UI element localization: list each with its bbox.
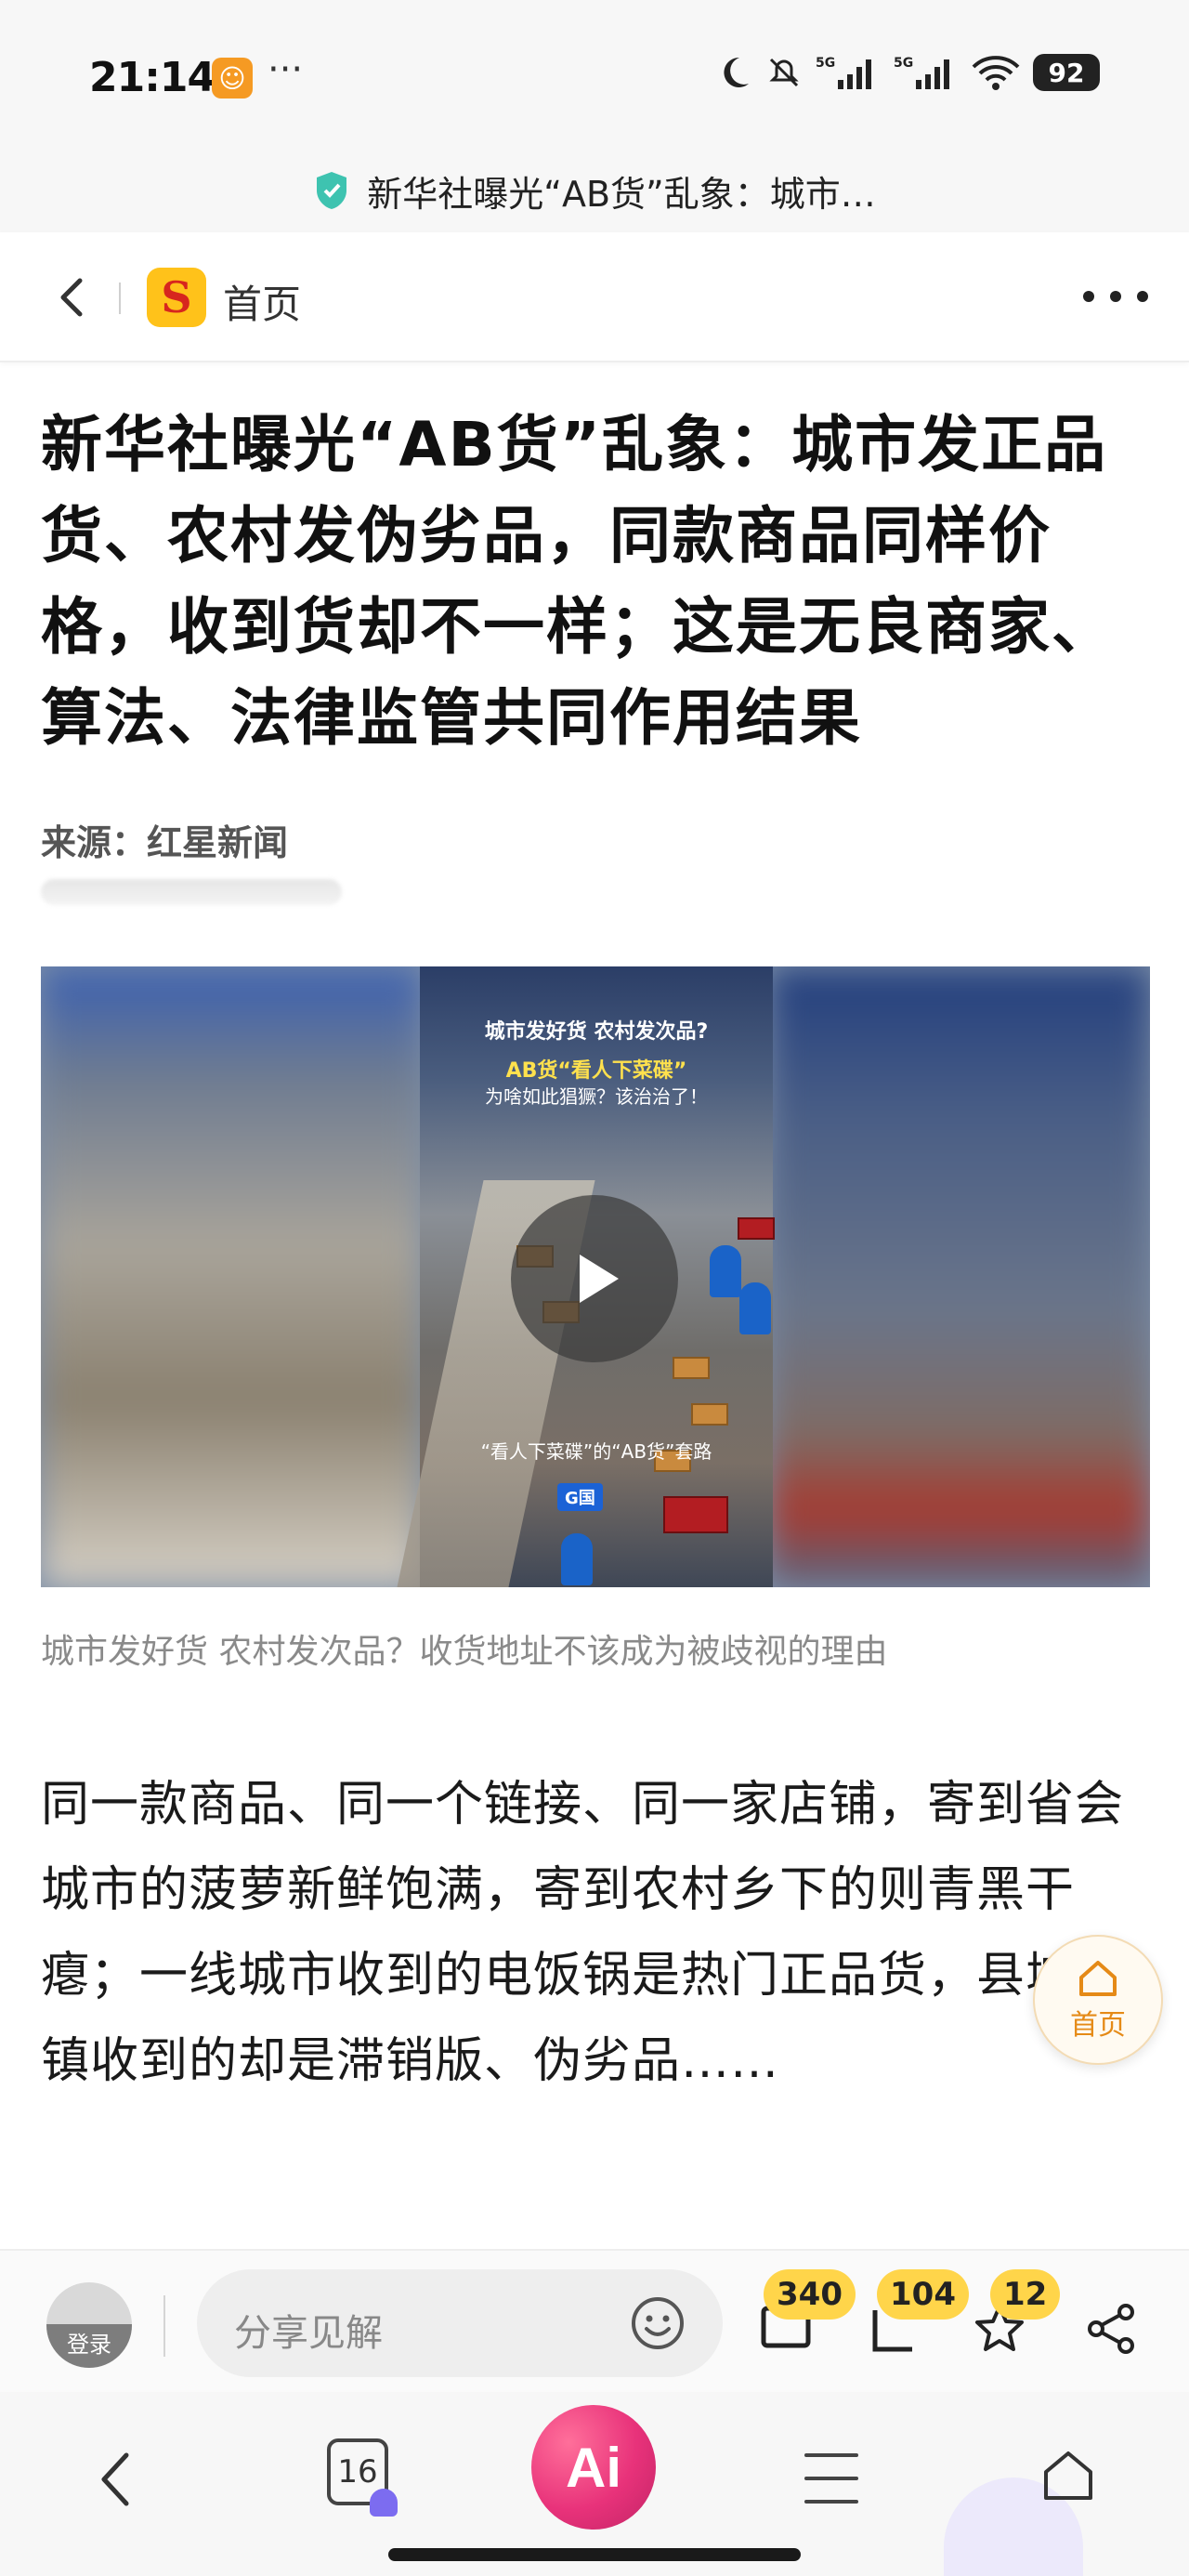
parcel-red: [663, 1496, 728, 1533]
play-icon: [580, 1255, 619, 1303]
share-icon[interactable]: [1083, 2301, 1139, 2357]
video-caption: 城市发好货 农村发次品?: [484, 1020, 709, 1044]
video-caption: 为啥如此猖獗？该治治了！: [485, 1085, 708, 1108]
mute-icon: [769, 58, 799, 87]
battery-indicator: 92: [1033, 54, 1100, 91]
floating-home-label: 首页: [1070, 2009, 1126, 2042]
status-icons: 5G 5G 92: [715, 54, 1100, 91]
parcel-red: [738, 1217, 775, 1240]
nav-divider: [119, 283, 121, 314]
bookmark-count-badge: 104: [877, 2269, 969, 2320]
status-time: 21:14: [89, 54, 216, 101]
article-source: 来源：红星新闻: [41, 822, 289, 863]
video-blur-left: [41, 966, 422, 1587]
svg-text:5G: 5G: [816, 56, 835, 71]
more-options-icon[interactable]: [1083, 273, 1148, 320]
video-subtitle: “看人下菜碟”的“AB货”套路: [480, 1440, 712, 1463]
comment-bar-divider: [163, 2295, 165, 2357]
signal-5g-icon: 5G: [816, 56, 871, 89]
app-logo[interactable]: S: [147, 268, 206, 327]
play-button[interactable]: [511, 1195, 678, 1362]
worker: [739, 1282, 771, 1334]
nav-home-link[interactable]: 首页: [223, 273, 301, 330]
worker: [561, 1533, 593, 1585]
status-bar: 21:14 ☺ ··· 5G 5G 92: [0, 0, 1189, 149]
home-icon: [1079, 1961, 1117, 1996]
menu-icon[interactable]: [804, 2453, 858, 2504]
ai-assistant-button[interactable]: Ai: [531, 2405, 656, 2530]
video-caption: AB货“看人下菜碟”: [505, 1059, 687, 1083]
incognito-ghost-icon: [370, 2489, 398, 2517]
video-player[interactable]: 城市发好货 农村发次品? AB货“看人下菜碟” 为啥如此猖獗？该治治了！ “看人…: [41, 966, 1150, 1587]
signal-5g-icon-2: 5G: [894, 56, 949, 89]
comment-input[interactable]: 分享见解: [197, 2269, 723, 2377]
notification-app-icon: ☺: [212, 58, 253, 99]
login-label: 登录: [46, 2324, 132, 2368]
browser-home-icon[interactable]: [1039, 2446, 1098, 2505]
article-title: 新华社曝光“AB货”乱象：城市发正品货、农村发伪劣品，同款商品同样价格，收到货却…: [41, 409, 1115, 754]
article-nav-bar: S 首页: [0, 232, 1189, 362]
video-description: 城市发好货 农村发次品？收货地址不该成为被歧视的理由: [41, 1633, 888, 1671]
login-avatar[interactable]: 登录: [46, 2282, 132, 2368]
comment-count-badge: 340: [764, 2269, 856, 2320]
url-bar[interactable]: 新华社曝光“AB货”乱象：城市…: [0, 149, 1189, 232]
moon-icon: [724, 57, 749, 87]
url-text: 新华社曝光“AB货”乱象：城市…: [367, 173, 876, 215]
svg-text:5G: 5G: [894, 56, 913, 71]
comment-bar: 登录 分享见解 340 104 12: [0, 2249, 1189, 2392]
worker: [710, 1245, 741, 1297]
video-logo-badge: G国: [557, 1483, 603, 1511]
shield-check-icon: [317, 172, 347, 209]
star-count-badge: 12: [990, 2269, 1061, 2320]
floating-home-button[interactable]: 首页: [1033, 1935, 1163, 2065]
emoji-icon[interactable]: [630, 2295, 686, 2351]
wifi-icon: [972, 56, 1020, 90]
parcel: [673, 1357, 710, 1379]
video-blur-right: [769, 966, 1150, 1587]
parcel: [691, 1403, 728, 1426]
browser-back-icon[interactable]: [89, 2442, 145, 2517]
back-arrow-icon[interactable]: [45, 269, 100, 325]
more-notifications-icon: ···: [268, 48, 304, 91]
article-body-paragraph: 同一款商品、同一个链接、同一家店铺，寄到省会城市的菠萝新鲜饱满，寄到农村乡下的则…: [41, 1777, 1125, 2089]
home-indicator[interactable]: [388, 2548, 801, 2561]
blurred-metadata: [41, 879, 342, 905]
comment-placeholder: 分享见解: [234, 2312, 383, 2355]
